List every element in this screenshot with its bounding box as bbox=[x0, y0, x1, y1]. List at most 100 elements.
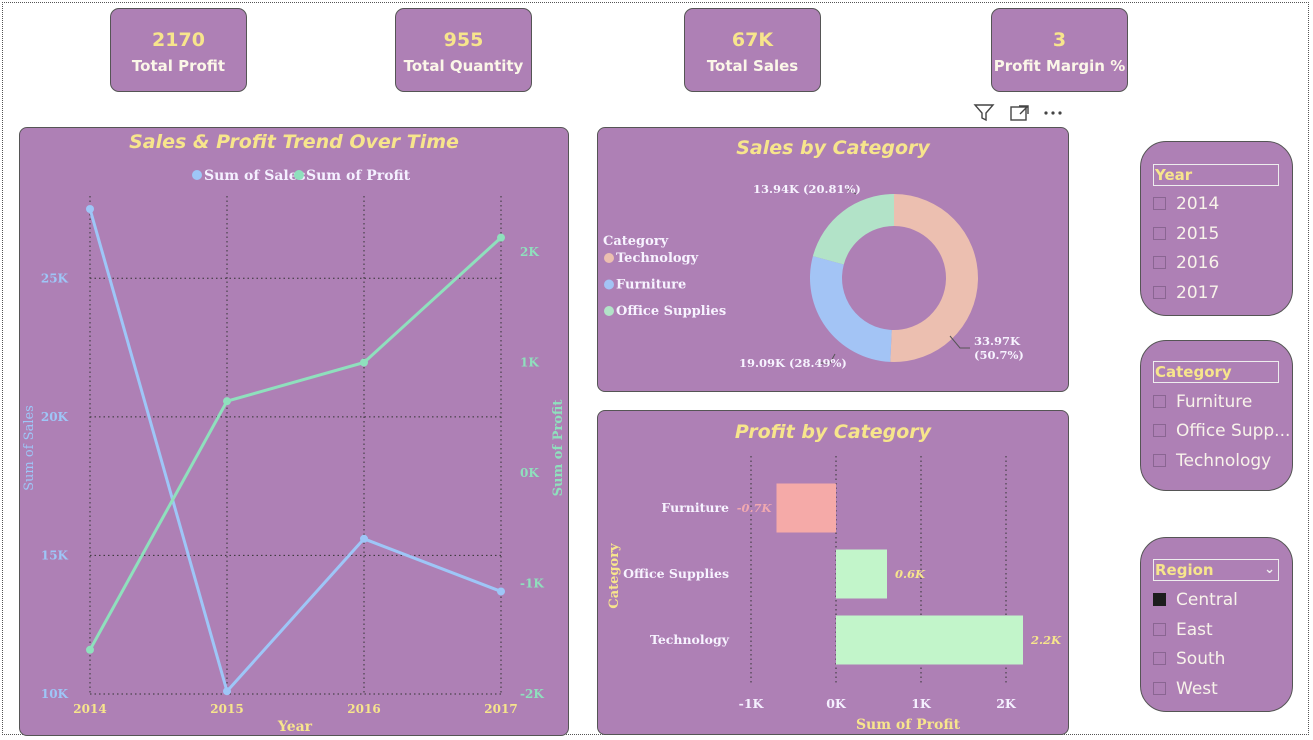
slicer-header: Region bbox=[1155, 561, 1214, 579]
kpi-total-quantity[interactable]: 955 Total Quantity bbox=[395, 8, 532, 92]
slicer-item-south[interactable]: South bbox=[1153, 649, 1225, 669]
y-axis-label: Category bbox=[607, 543, 622, 609]
sales-by-category-donut: 33.97K(50.7%) 19.09K (28.49%) 13.94K (20.8… bbox=[603, 182, 1024, 370]
checkbox-icon[interactable] bbox=[1153, 454, 1166, 467]
bar-furniture bbox=[776, 483, 836, 533]
y-tick-label: 20K bbox=[41, 410, 69, 424]
slicer-item-2014[interactable]: 2014 bbox=[1153, 194, 1219, 214]
kpi-total-profit[interactable]: 2170 Total Profit bbox=[110, 8, 247, 92]
x-tick-label: 2014 bbox=[73, 702, 106, 716]
slicer-item-technology[interactable]: Technology bbox=[1153, 451, 1271, 471]
year-slicer[interactable]: Year 2014 2015 2016 2017 bbox=[1140, 141, 1293, 316]
checkbox-icon[interactable] bbox=[1153, 197, 1166, 210]
kpi-label: Profit Margin % bbox=[993, 57, 1126, 75]
data-point-sales bbox=[497, 587, 505, 596]
region-slicer[interactable]: Region ⌄ Central East South West bbox=[1140, 537, 1293, 712]
kpi-value: 955 bbox=[443, 29, 484, 51]
checkbox-icon[interactable] bbox=[1153, 256, 1166, 269]
slicer-item-office-supplies[interactable]: Office Supp... bbox=[1153, 421, 1290, 441]
legend-label: Furniture bbox=[616, 278, 686, 293]
x-axis-label: Sum of Profit bbox=[856, 717, 961, 733]
data-point-profit bbox=[497, 233, 505, 242]
legend-label: Technology bbox=[616, 251, 699, 266]
slicer-item-west[interactable]: West bbox=[1153, 679, 1218, 699]
leader-line bbox=[949, 335, 970, 349]
checkbox-icon[interactable] bbox=[1153, 424, 1166, 437]
kpi-label: Total Quantity bbox=[403, 57, 524, 75]
checkbox-icon[interactable] bbox=[1153, 652, 1166, 665]
checkbox-icon[interactable] bbox=[1153, 395, 1166, 408]
slicer-item-label: Technology bbox=[1176, 451, 1272, 471]
y-tick-label: 25K bbox=[41, 271, 69, 285]
data-label: -0.7K bbox=[737, 501, 773, 515]
y-tick-label: 10K bbox=[41, 687, 69, 701]
slicer-item-furniture[interactable]: Furniture bbox=[1153, 392, 1252, 412]
y2-tick-label: -2K bbox=[520, 687, 544, 701]
category-label: Technology bbox=[650, 632, 730, 647]
slicer-item-label: 2015 bbox=[1176, 224, 1220, 244]
kpi-total-sales[interactable]: 67K Total Sales bbox=[684, 8, 821, 92]
donut-slice-technology bbox=[890, 194, 978, 362]
y-axis-label: Sum of Sales bbox=[22, 405, 37, 491]
x-tick-label: 2K bbox=[996, 696, 1017, 711]
checkbox-icon[interactable] bbox=[1153, 623, 1166, 636]
slicer-item-label: Central bbox=[1176, 590, 1238, 610]
x-axis-label: Year bbox=[277, 719, 313, 733]
slice-data-label: 33.97K bbox=[974, 334, 1021, 348]
y2-axis-label: Sum of Profit bbox=[551, 400, 566, 497]
checkbox-icon[interactable] bbox=[1153, 227, 1166, 240]
slicer-item-east[interactable]: East bbox=[1153, 620, 1213, 640]
data-point-sales bbox=[223, 687, 231, 696]
x-tick-label: 2016 bbox=[347, 702, 380, 716]
slicer-item-label: 2014 bbox=[1176, 194, 1220, 214]
y2-tick-label: 1K bbox=[520, 356, 539, 370]
category-label: Furniture bbox=[661, 500, 729, 515]
checkbox-icon[interactable] bbox=[1153, 286, 1166, 299]
slicer-item-central[interactable]: Central bbox=[1153, 590, 1238, 610]
slicer-item-label: 2017 bbox=[1176, 283, 1220, 303]
slicer-item-2016[interactable]: 2016 bbox=[1153, 253, 1219, 273]
y2-tick-label: -1K bbox=[520, 577, 544, 591]
series-line-sales bbox=[88, 208, 502, 695]
slicer-header: Year bbox=[1153, 164, 1279, 186]
slicer-dropdown-header[interactable]: Region ⌄ bbox=[1153, 559, 1279, 581]
visual-header-toolbar bbox=[972, 101, 1067, 127]
slicer-item-2017[interactable]: 2017 bbox=[1153, 283, 1219, 303]
slice-data-label: (50.7%) bbox=[974, 348, 1024, 362]
bar-office-supplies bbox=[836, 549, 887, 599]
sales-by-category-panel[interactable]: Sales by Category 33.97K (50.7%) 19.09K (2… bbox=[597, 127, 1069, 392]
slicer-item-label: 2016 bbox=[1176, 253, 1220, 273]
legend-marker bbox=[604, 279, 614, 290]
data-point-profit bbox=[360, 358, 368, 367]
slicer-item-label: East bbox=[1176, 620, 1213, 640]
sales-profit-line-chart: 10K 15K 20K 25K 2014 2015 2016 2017-2K -1K 0K 1K 2K… bbox=[22, 168, 566, 733]
visual-header-icons bbox=[973, 104, 1062, 122]
filter-icon[interactable] bbox=[973, 104, 995, 122]
data-point-profit bbox=[86, 645, 94, 654]
profit-by-category-panel[interactable]: Profit by Category -1K 0K 1K 2K Sum of Profi… bbox=[597, 410, 1069, 735]
slice-data-label: 19.09K (28.49%) bbox=[739, 356, 847, 370]
kpi-profit-margin[interactable]: 3 Profit Margin % bbox=[991, 8, 1128, 92]
slicer-item-2015[interactable]: 2015 bbox=[1153, 224, 1219, 244]
y2-tick-label: 2K bbox=[520, 245, 539, 259]
checkbox-icon[interactable] bbox=[1153, 682, 1166, 695]
data-point-profit bbox=[223, 397, 231, 406]
kpi-value: 67K bbox=[731, 29, 774, 51]
legend-marker-sales bbox=[192, 170, 202, 180]
data-point-sales bbox=[86, 205, 94, 213]
more-options-icon[interactable] bbox=[1044, 111, 1062, 115]
sales-profit-trend-panel[interactable]: Sales & Profit Trend Over Time 10K 15K 20K… bbox=[19, 127, 569, 736]
y2-tick-label: 0K bbox=[520, 466, 539, 480]
slicer-header: Category bbox=[1153, 361, 1279, 383]
x-tick-label: -1K bbox=[739, 696, 765, 711]
series-line-profit bbox=[88, 236, 503, 651]
category-slicer[interactable]: Category Furniture Office Supp... Techno… bbox=[1140, 340, 1293, 491]
kpi-value: 3 bbox=[1052, 29, 1067, 51]
x-tick-label: 2015 bbox=[210, 702, 243, 716]
focus-mode-icon[interactable] bbox=[1010, 105, 1029, 121]
chevron-down-icon[interactable]: ⌄ bbox=[1264, 559, 1275, 580]
y-tick-label: 15K bbox=[41, 548, 69, 562]
profit-by-category-bar: -1K 0K 1K 2K Sum of Profit Category Furniture -… bbox=[607, 456, 1062, 733]
checkbox-checked-icon[interactable] bbox=[1153, 593, 1166, 606]
legend-marker-profit bbox=[294, 170, 304, 180]
